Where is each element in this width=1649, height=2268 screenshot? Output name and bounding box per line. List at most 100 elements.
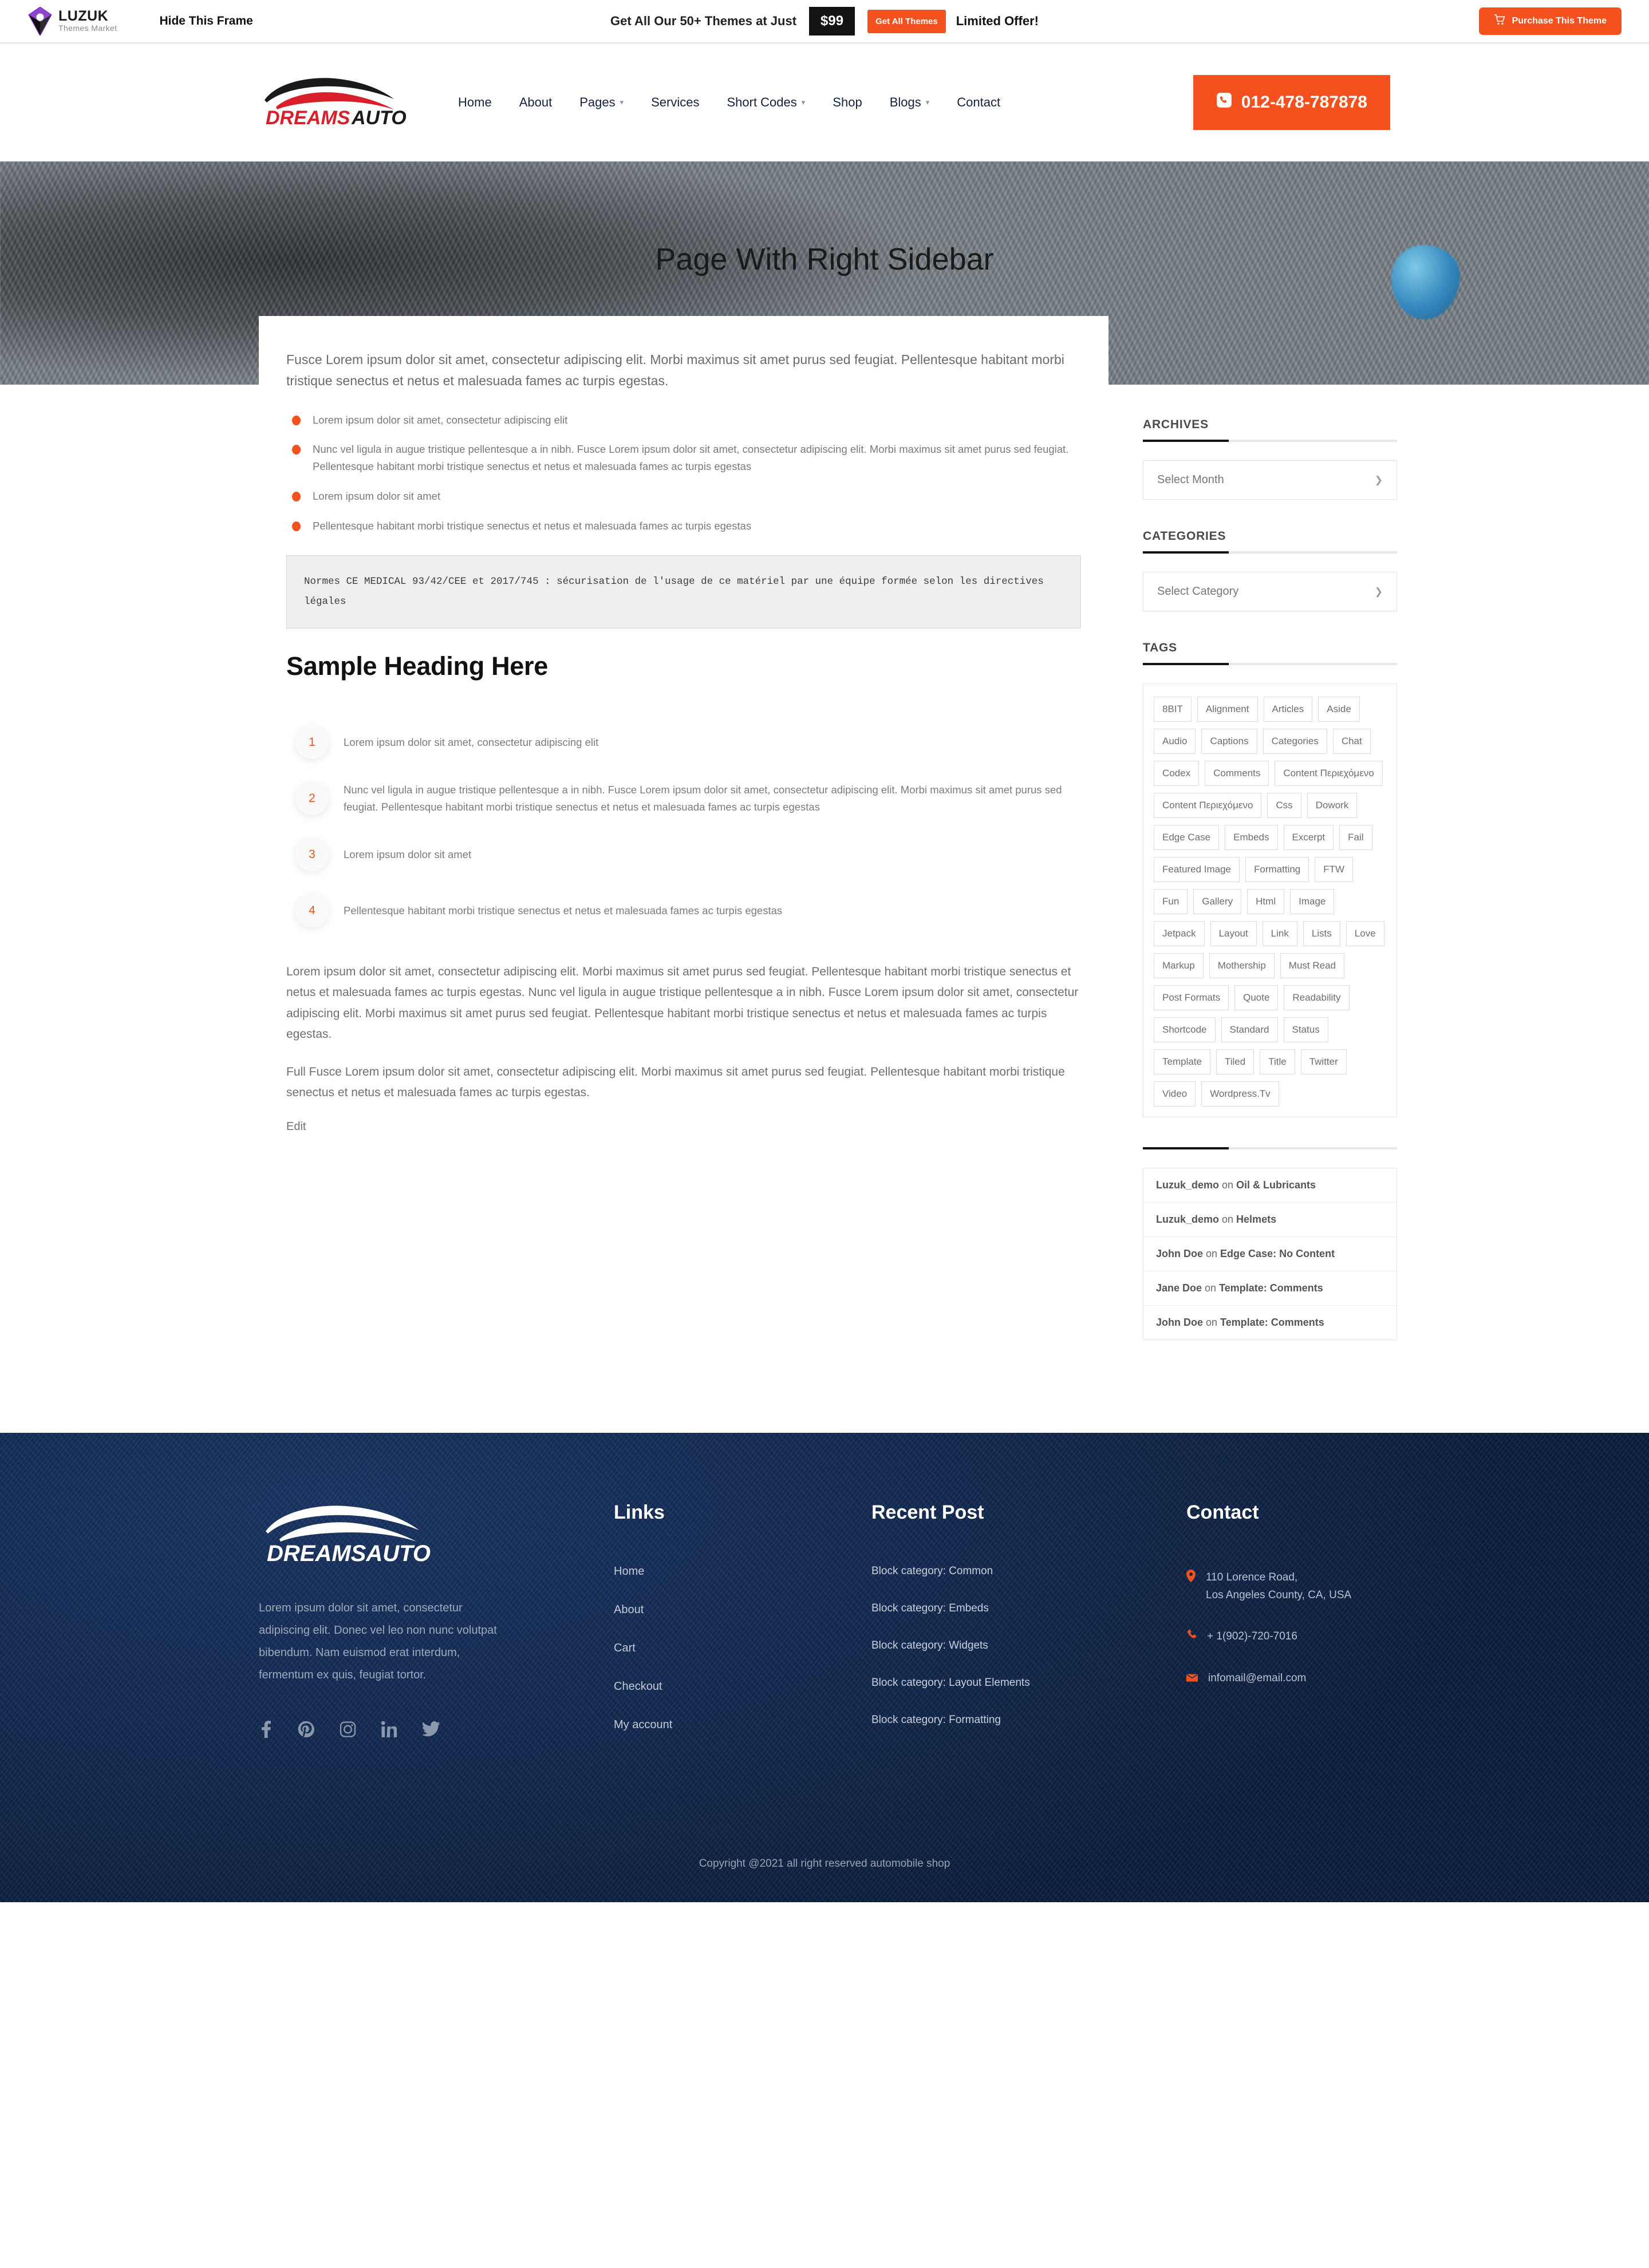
tag-item[interactable]: FTW — [1315, 857, 1354, 882]
tag-item[interactable]: Aside — [1318, 697, 1360, 722]
purchase-this-theme-button[interactable]: Purchase This Theme — [1478, 7, 1622, 35]
footer-link[interactable]: Home — [614, 1565, 871, 1578]
footer-recent-post[interactable]: Block category: Common — [871, 1565, 1169, 1578]
footer-dreamsauto-logo[interactable]: DREAMSAUTO — [259, 1502, 448, 1568]
tag-item[interactable]: Captions — [1201, 729, 1257, 754]
svg-text:DREAMS: DREAMS — [266, 107, 350, 129]
comment-row[interactable]: John Doe on Edge Case: No Content — [1143, 1237, 1396, 1271]
tag-item[interactable]: Codex — [1154, 761, 1200, 786]
tag-item[interactable]: Audio — [1154, 729, 1196, 754]
archives-select[interactable]: Select Month ❯ — [1143, 460, 1397, 500]
footer-recent-post[interactable]: Block category: Layout Elements — [871, 1677, 1169, 1689]
luzuk-logo[interactable]: LUZUK Themes Market — [27, 6, 117, 36]
nav-item-home[interactable]: Home — [444, 89, 506, 116]
tag-item[interactable]: Formatting — [1245, 857, 1309, 882]
footer-phone-text: + 1(902)-720-7016 — [1207, 1630, 1297, 1642]
categories-select[interactable]: Select Category ❯ — [1143, 572, 1397, 611]
tag-item[interactable]: Content Περιεχόμενο — [1275, 761, 1383, 786]
list-item: Lorem ipsum dolor sit amet, consectetur … — [292, 412, 1081, 429]
footer-recent-post[interactable]: Block category: Widgets — [871, 1639, 1169, 1652]
nav-item-pages[interactable]: Pages ▾ — [566, 89, 637, 116]
header-phone-button[interactable]: 012-478-787878 — [1193, 75, 1390, 130]
facebook-icon[interactable] — [259, 1721, 273, 1738]
tag-item[interactable]: Image — [1290, 889, 1335, 914]
pinterest-icon[interactable] — [298, 1721, 314, 1738]
linkedin-icon[interactable] — [381, 1721, 397, 1738]
hide-this-frame-button[interactable]: Hide This Frame — [159, 14, 253, 28]
tag-item[interactable]: Layout — [1210, 921, 1257, 946]
tag-item[interactable]: Html — [1247, 889, 1285, 914]
promo-price-badge: $99 — [809, 7, 855, 35]
dreamsauto-logo[interactable]: DREAMS AUTO — [259, 74, 420, 132]
tag-item[interactable]: Post Formats — [1154, 985, 1229, 1010]
tag-item[interactable]: Mothership — [1209, 953, 1275, 978]
footer-link[interactable]: Checkout — [614, 1680, 871, 1693]
footer-email[interactable]: infomail@email.com — [1186, 1669, 1390, 1688]
tag-item[interactable]: Wordpress.Tv — [1201, 1081, 1279, 1107]
tag-item[interactable]: Tiled — [1216, 1049, 1254, 1074]
tag-item[interactable]: Jetpack — [1154, 921, 1205, 946]
nav-label: Contact — [957, 95, 1001, 109]
footer-recent-post[interactable]: Block category: Embeds — [871, 1602, 1169, 1615]
envelope-icon — [1186, 1670, 1198, 1688]
footer-recent-post[interactable]: Block category: Formatting — [871, 1714, 1169, 1726]
tag-item[interactable]: Template — [1154, 1049, 1210, 1074]
tag-item[interactable]: Shortcode — [1154, 1017, 1216, 1042]
nav-item-about[interactable]: About — [506, 89, 566, 116]
tag-item[interactable]: Love — [1346, 921, 1384, 946]
tag-item[interactable]: Status — [1283, 1017, 1328, 1042]
widget-categories: CATEGORIES Select Category ❯ — [1143, 530, 1397, 611]
tag-item[interactable]: Featured Image — [1154, 857, 1240, 882]
tag-item[interactable]: Embeds — [1225, 825, 1278, 850]
tag-item[interactable]: Comments — [1205, 761, 1269, 786]
footer-email-text: infomail@email.com — [1208, 1672, 1307, 1685]
tag-item[interactable]: Excerpt — [1283, 825, 1334, 850]
footer-phone[interactable]: + 1(902)-720-7016 — [1186, 1627, 1390, 1646]
comment-row[interactable]: Luzuk_demo on Oil & Lubricants — [1143, 1168, 1396, 1203]
widget-title-categories: CATEGORIES — [1143, 530, 1226, 543]
tag-item[interactable]: Link — [1262, 921, 1297, 946]
tag-item[interactable]: Dowork — [1307, 793, 1358, 818]
comment-row[interactable]: John Doe on Template: Comments — [1143, 1306, 1396, 1340]
comment-row[interactable]: Jane Doe on Template: Comments — [1143, 1271, 1396, 1306]
edit-link[interactable]: Edit — [286, 1120, 306, 1133]
tag-item[interactable]: Lists — [1303, 921, 1340, 946]
nav-item-short-codes[interactable]: Short Codes ▾ — [713, 89, 819, 116]
twitter-icon[interactable] — [422, 1721, 440, 1738]
tag-item[interactable]: Markup — [1154, 953, 1204, 978]
tag-item[interactable]: Categories — [1263, 729, 1327, 754]
footer-link[interactable]: Cart — [614, 1642, 871, 1655]
purchase-button-label: Purchase This Theme — [1512, 16, 1607, 26]
nav-item-contact[interactable]: Contact — [943, 89, 1014, 116]
tag-item[interactable]: Title — [1260, 1049, 1295, 1074]
tag-item[interactable]: Fun — [1154, 889, 1188, 914]
get-all-themes-button[interactable]: Get All Themes — [867, 9, 946, 33]
tag-item[interactable]: Chat — [1332, 729, 1371, 754]
tag-item[interactable]: Video — [1154, 1081, 1196, 1107]
nav-item-blogs[interactable]: Blogs ▾ — [876, 89, 944, 116]
tag-item[interactable]: Fail — [1339, 825, 1372, 850]
comment-post-title: Oil & Lubricants — [1236, 1179, 1316, 1191]
tag-item[interactable]: Must Read — [1280, 953, 1344, 978]
tag-item[interactable]: Standard — [1221, 1017, 1278, 1042]
tag-item[interactable]: Quote — [1234, 985, 1279, 1010]
tag-item[interactable]: Edge Case — [1154, 825, 1220, 850]
tag-item[interactable]: Content Περιεχόμενο — [1154, 793, 1262, 818]
numbered-list: 1 Lorem ipsum dolor sit amet, consectetu… — [286, 714, 1081, 939]
nav-item-shop[interactable]: Shop — [819, 89, 875, 116]
tag-item[interactable]: 8BIT — [1154, 697, 1192, 722]
footer-link[interactable]: My account — [614, 1718, 871, 1732]
comment-row[interactable]: Luzuk_demo on Helmets — [1143, 1203, 1396, 1237]
tag-item[interactable]: Alignment — [1197, 697, 1258, 722]
comment-author: John Doe — [1156, 1317, 1204, 1328]
instagram-icon[interactable] — [340, 1721, 356, 1738]
tag-item[interactable]: Css — [1267, 793, 1301, 818]
tag-item[interactable]: Twitter — [1300, 1049, 1347, 1074]
footer-link[interactable]: About — [614, 1603, 871, 1617]
phone-icon — [1216, 92, 1232, 113]
tag-item[interactable]: Gallery — [1193, 889, 1242, 914]
tag-item[interactable]: Readability — [1284, 985, 1350, 1010]
nav-item-services[interactable]: Services — [637, 89, 713, 116]
phone-icon — [1186, 1629, 1197, 1646]
tag-item[interactable]: Articles — [1263, 697, 1313, 722]
